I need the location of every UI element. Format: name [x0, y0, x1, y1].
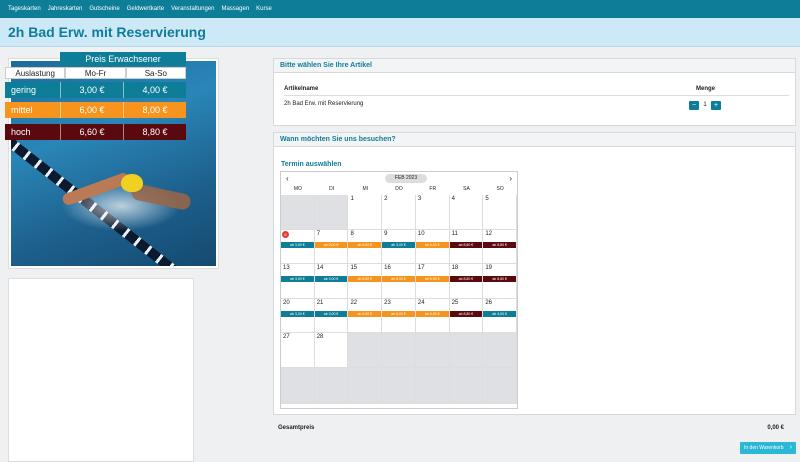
day-cell[interactable]: 14 ab 3,00 € [314, 264, 349, 299]
price-row-high: hoch 6,60 € 8,80 € [5, 124, 186, 140]
day-cell[interactable]: 18 ab 8,80 € [449, 264, 484, 299]
day-cell[interactable]: 8 ab 6,00 € [348, 229, 383, 264]
page-title: 2h Bad Erw. mit Reservierung [8, 24, 206, 40]
today-badge: 6 [282, 230, 289, 238]
price-table-header: Preis Erwachsener [60, 52, 186, 66]
calendar-nav: ‹ FEB 2023 › [281, 172, 517, 186]
article-columns: Artikelname Menge [284, 86, 789, 96]
day-cell[interactable]: 16 ab 6,00 € [382, 264, 416, 299]
day-cell: 5 [483, 195, 518, 230]
price-panel [8, 278, 194, 462]
date-picker-label: Termin auswählen [281, 161, 342, 168]
visit-card-title: Wann möchten Sie uns besuchen? [274, 133, 795, 147]
decrease-button[interactable]: − [689, 101, 699, 110]
nav-kurse[interactable]: Kurse [256, 6, 272, 12]
article-card-title: Bitte wählen Sie Ihre Artikel [274, 59, 795, 73]
col-weekday: Mo-Fr [65, 67, 126, 79]
price-row-low: gering 3,00 € 4,00 € [5, 82, 186, 98]
weekday-header: MO DI MI DO FR SA SO [293, 186, 504, 192]
day-cell[interactable]: 6 ab 3,00 € [281, 229, 315, 264]
day-cell[interactable]: 10 ab 6,00 € [415, 229, 450, 264]
day-cell[interactable]: 25 ab 8,80 € [449, 298, 484, 333]
quantity-stepper: − 1 + [689, 101, 721, 110]
quantity-value[interactable]: 1 [700, 101, 710, 110]
day-cell[interactable]: 24 ab 6,00 € [415, 298, 450, 333]
calendar: ‹ FEB 2023 › MO DI MI DO FR SA SO 1 2 3 … [280, 171, 518, 409]
calendar-grid: 1 2 3 4 5 6 ab 3,00 € 7 ab 6,00 € 8 ab 6,00… [281, 195, 518, 404]
nav-veranstaltungen[interactable]: Veranstaltungen [171, 6, 214, 12]
chevron-right-icon: › [789, 444, 792, 451]
day-cell[interactable]: 23 ab 6,00 € [382, 298, 416, 333]
total-bar: Gesamtpreis 0,00 € [273, 421, 796, 435]
total-value: 0,00 € [767, 425, 784, 431]
day-cell[interactable]: 13 ab 3,00 € [281, 264, 315, 299]
day-cell[interactable]: 22 ab 6,00 € [348, 298, 383, 333]
day-cell[interactable]: 17 ab 6,00 € [415, 264, 450, 299]
day-cell: 3 [415, 195, 450, 230]
price-row-mid: mittel 6,00 € 8,00 € [5, 102, 186, 118]
day-cell[interactable]: 15 ab 6,00 € [348, 264, 383, 299]
col-load: Auslastung [5, 67, 66, 79]
month-label: FEB 2023 [385, 174, 427, 183]
col-article-name: Artikelname [284, 86, 319, 92]
nav-jahreskarten[interactable]: Jahreskarten [48, 6, 83, 12]
price-table-columns: Auslastung Mo-Fr Sa-So [5, 67, 186, 79]
day-cell[interactable]: 7 ab 6,00 € [314, 229, 349, 264]
article-item-name: 2h Bad Erw. mit Reservierung [284, 101, 364, 107]
chevron-left-icon[interactable]: ‹ [286, 174, 289, 183]
col-quantity: Menge [696, 86, 716, 92]
chevron-right-icon[interactable]: › [509, 174, 512, 183]
nav-massagen[interactable]: Massagen [221, 6, 249, 12]
day-cell: 4 [449, 195, 484, 230]
day-cell[interactable]: 26 ab 4,00 € [483, 298, 518, 333]
nav-geldwertkarte[interactable]: Geldwertkarte [127, 6, 164, 12]
top-navigation: Tageskarten Jahreskarten Gutscheine Geld… [0, 0, 800, 18]
nav-tageskarten[interactable]: Tageskarten [8, 6, 41, 12]
day-cell[interactable]: 19 ab 8,80 € [483, 264, 518, 299]
day-cell[interactable]: 12 ab 8,80 € [483, 229, 518, 264]
swim-cap [121, 174, 143, 192]
add-to-cart-button[interactable]: In den Warenkorb › [740, 442, 796, 454]
day-cell[interactable]: 9 ab 3,00 € [382, 229, 416, 264]
day-cell: 2 [382, 195, 416, 230]
day-cell[interactable]: 21 ab 3,00 € [314, 298, 349, 333]
day-cell[interactable]: 20 ab 3,00 € [281, 298, 315, 333]
nav-gutscheine[interactable]: Gutscheine [89, 6, 119, 12]
day-cell[interactable]: 11 ab 8,80 € [449, 229, 484, 264]
day-cell: 27 [281, 333, 315, 368]
article-card: Bitte wählen Sie Ihre Artikel Artikelnam… [273, 58, 796, 126]
day-cell: 28 [314, 333, 349, 368]
day-cell: 1 [348, 195, 383, 230]
title-bar: 2h Bad Erw. mit Reservierung [0, 18, 800, 47]
total-label: Gesamtpreis [278, 425, 315, 431]
increase-button[interactable]: + [711, 101, 721, 110]
col-weekend: Sa-So [125, 67, 186, 79]
